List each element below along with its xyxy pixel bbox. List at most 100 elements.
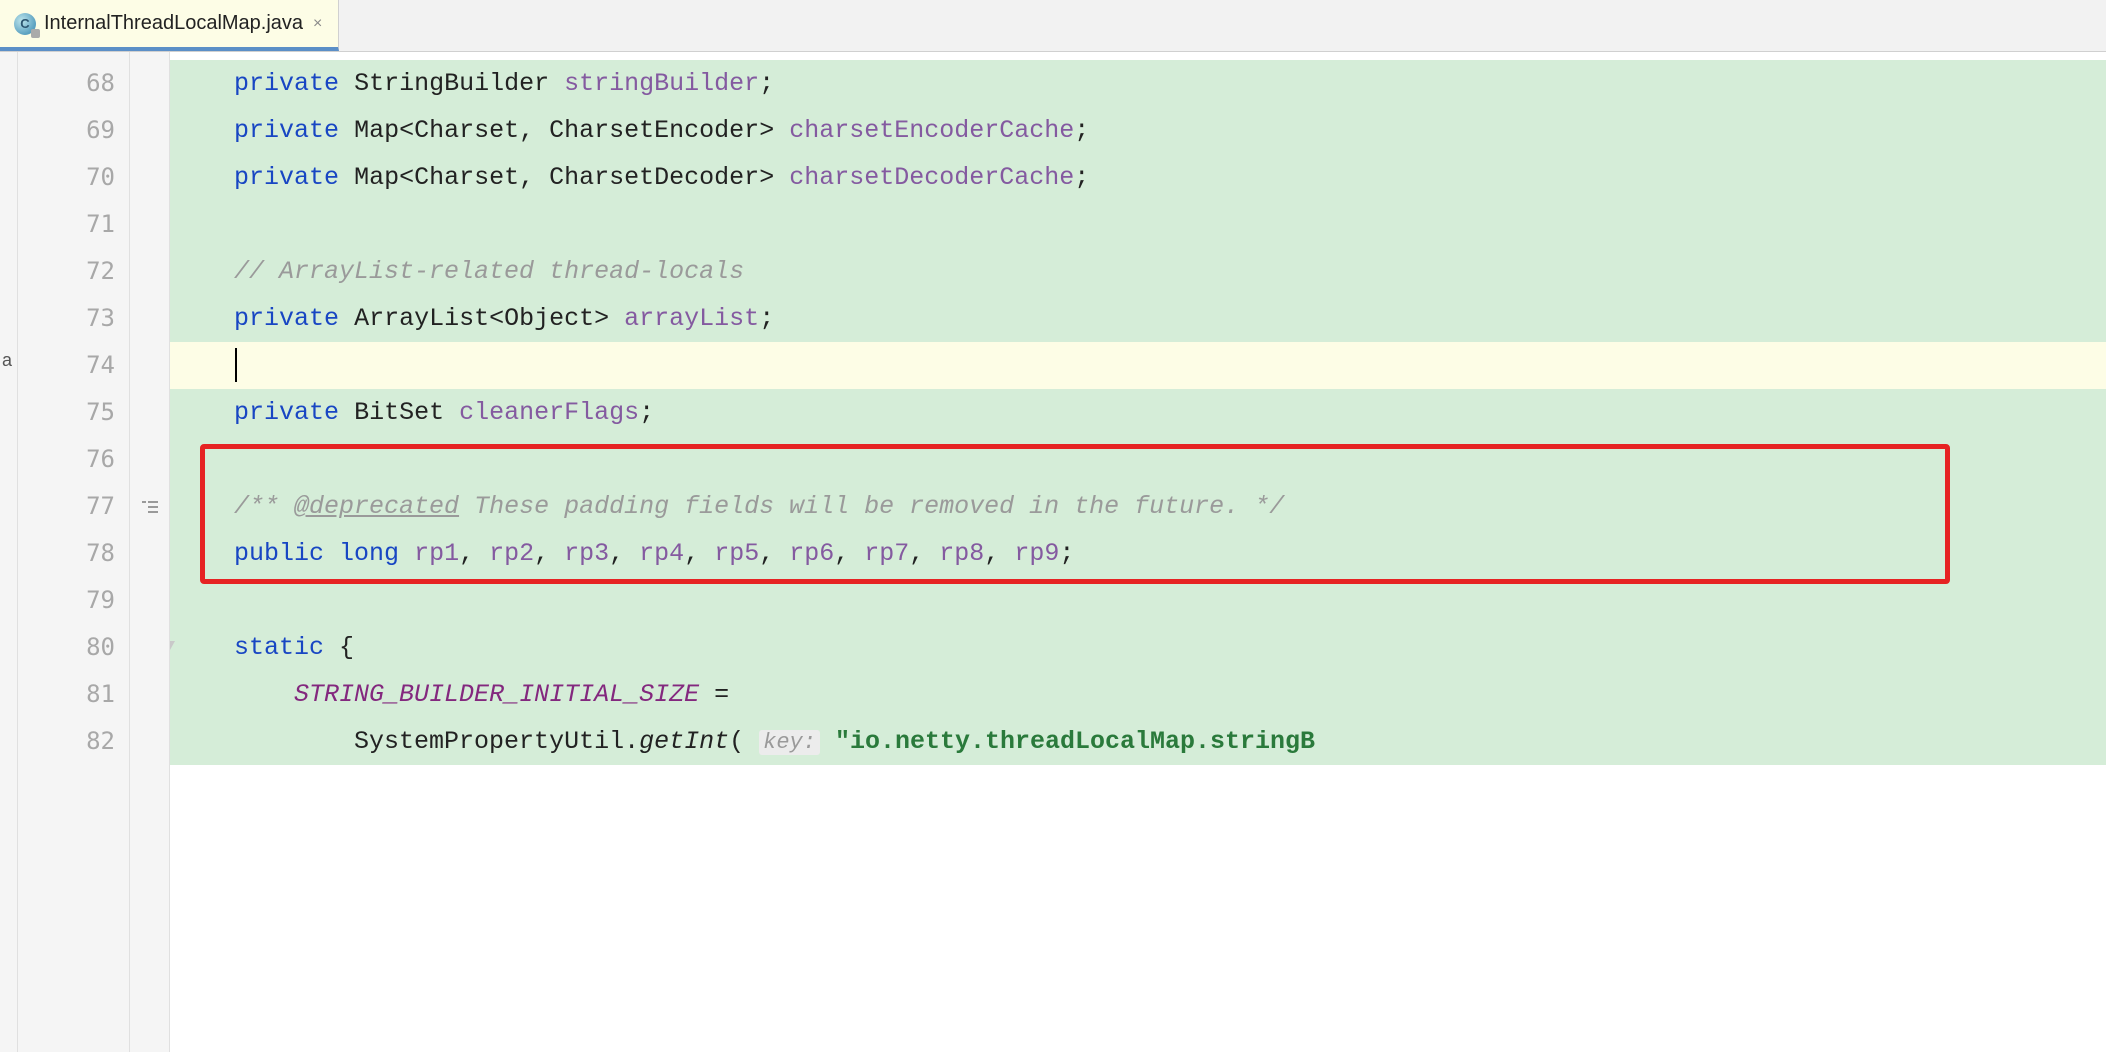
field-name: rp9 [1014,539,1059,568]
line-number: 75 [18,389,115,436]
gutter-mark [130,248,169,295]
code-line[interactable] [170,577,2106,624]
code-line[interactable]: public long rp1, rp2, rp3, rp4, rp5, rp6… [170,530,2106,577]
type-ref: Charset [414,163,519,192]
parameter-hint: key: [759,730,820,755]
line-number: 78 [18,530,115,577]
keyword-private: private [234,163,339,192]
type-ref: Map [354,163,399,192]
line-number: 69 [18,107,115,154]
line-number-gutter[interactable]: 68 69 70 71 72 73 74 75 76 77 78 79 80 8… [18,52,130,1052]
field-name: rp7 [864,539,909,568]
code-area[interactable]: private StringBuilder stringBuilder; pri… [170,52,2106,1052]
gutter-mark [130,577,169,624]
gutter-mark [130,342,169,389]
code-line[interactable]: private BitSet cleanerFlags; [170,389,2106,436]
keyword-private: private [234,398,339,427]
javadoc-text: These padding fields will be removed in … [459,492,1284,521]
line-number: 72 [18,248,115,295]
code-line[interactable]: private ArrayList<Object> arrayList; [170,295,2106,342]
line-number: 79 [18,577,115,624]
code-line[interactable]: SystemPropertyUtil.getInt( key: "io.nett… [170,718,2106,765]
type-ref: Map [354,116,399,145]
keyword-static: static [234,633,324,662]
text-caret [235,348,237,382]
field-name: rp8 [939,539,984,568]
field-name: rp2 [489,539,534,568]
keyword-private: private [234,69,339,98]
editor-pane: a 68 69 70 71 72 73 74 75 76 77 78 79 80… [0,52,2106,1052]
type-ref: StringBuilder [354,69,549,98]
code-line[interactable]: /** @deprecated These padding fields wil… [170,483,2106,530]
gutter-mark [130,624,169,671]
type-ref: Charset [414,116,519,145]
type-ref: BitSet [354,398,444,427]
gutter-mark [130,389,169,436]
line-number: 76 [18,436,115,483]
gutter-mark [130,107,169,154]
java-class-icon-letter: C [20,16,29,31]
field-name: rp3 [564,539,609,568]
ide-root: C InternalThreadLocalMap.java × a 68 69 … [0,0,2106,1052]
gutter-mark [130,60,169,107]
close-icon[interactable]: × [311,15,324,33]
java-class-icon: C [14,13,36,35]
keyword-private: private [234,116,339,145]
code-line-current[interactable] [170,342,2106,389]
tool-window-stripe[interactable]: a [0,52,18,1052]
code-line[interactable] [170,436,2106,483]
keyword-public: public [234,539,324,568]
line-number: 80 [18,624,115,671]
gutter-mark [130,154,169,201]
code-line[interactable]: private StringBuilder stringBuilder; [170,60,2106,107]
tool-window-stripe-label: a [2,350,12,371]
line-number: 68 [18,60,115,107]
code-line[interactable]: private Map<Charset, CharsetDecoder> cha… [170,154,2106,201]
gutter-mark [130,530,169,577]
editor-tab-label: InternalThreadLocalMap.java [44,12,303,35]
fold-handle-icon[interactable] [170,624,176,671]
javadoc-tag-deprecated: @deprecated [294,492,459,521]
field-name: stringBuilder [564,69,759,98]
static-field-ref: STRING_BUILDER_INITIAL_SIZE [294,680,699,709]
field-name: rp5 [714,539,759,568]
type-ref: SystemPropertyUtil [354,727,624,756]
gutter-mark [130,436,169,483]
line-number: 73 [18,295,115,342]
javadoc-open: /** [234,492,294,521]
code-line[interactable]: private Map<Charset, CharsetEncoder> cha… [170,107,2106,154]
field-name: arrayList [624,304,759,333]
method-call: getInt [639,727,729,756]
string-literal: "io.netty.threadLocalMap.stringB [835,727,1315,756]
editor-tab[interactable]: C InternalThreadLocalMap.java × [0,0,339,51]
type-ref: ArrayList [354,304,489,333]
type-ref: CharsetEncoder [549,116,759,145]
field-name: cleanerFlags [459,398,639,427]
field-name: rp6 [789,539,834,568]
type-ref: Object [504,304,594,333]
line-number: 77 [18,483,115,530]
field-name: charsetDecoderCache [789,163,1074,192]
code-line[interactable]: static { [170,624,2106,671]
type-ref: CharsetDecoder [549,163,759,192]
field-name: charsetEncoderCache [789,116,1074,145]
field-name: rp4 [639,539,684,568]
gutter-mark [130,201,169,248]
line-number: 70 [18,154,115,201]
line-comment: // ArrayList-related thread-locals [234,257,744,286]
line-number: 71 [18,201,115,248]
keyword-private: private [234,304,339,333]
line-number: 81 [18,671,115,718]
gutter-icons [130,52,170,1052]
gutter-mark [130,671,169,718]
gutter-mark [130,295,169,342]
line-number: 74 [18,342,115,389]
keyword-long: long [339,539,399,568]
gutter-mark [130,718,169,765]
code-line[interactable]: // ArrayList-related thread-locals [170,248,2106,295]
editor-tab-bar: C InternalThreadLocalMap.java × [0,0,2106,52]
code-line[interactable]: STRING_BUILDER_INITIAL_SIZE = [170,671,2106,718]
javadoc-gutter-icon[interactable] [130,483,169,530]
field-name: rp1 [414,539,459,568]
code-line[interactable] [170,201,2106,248]
